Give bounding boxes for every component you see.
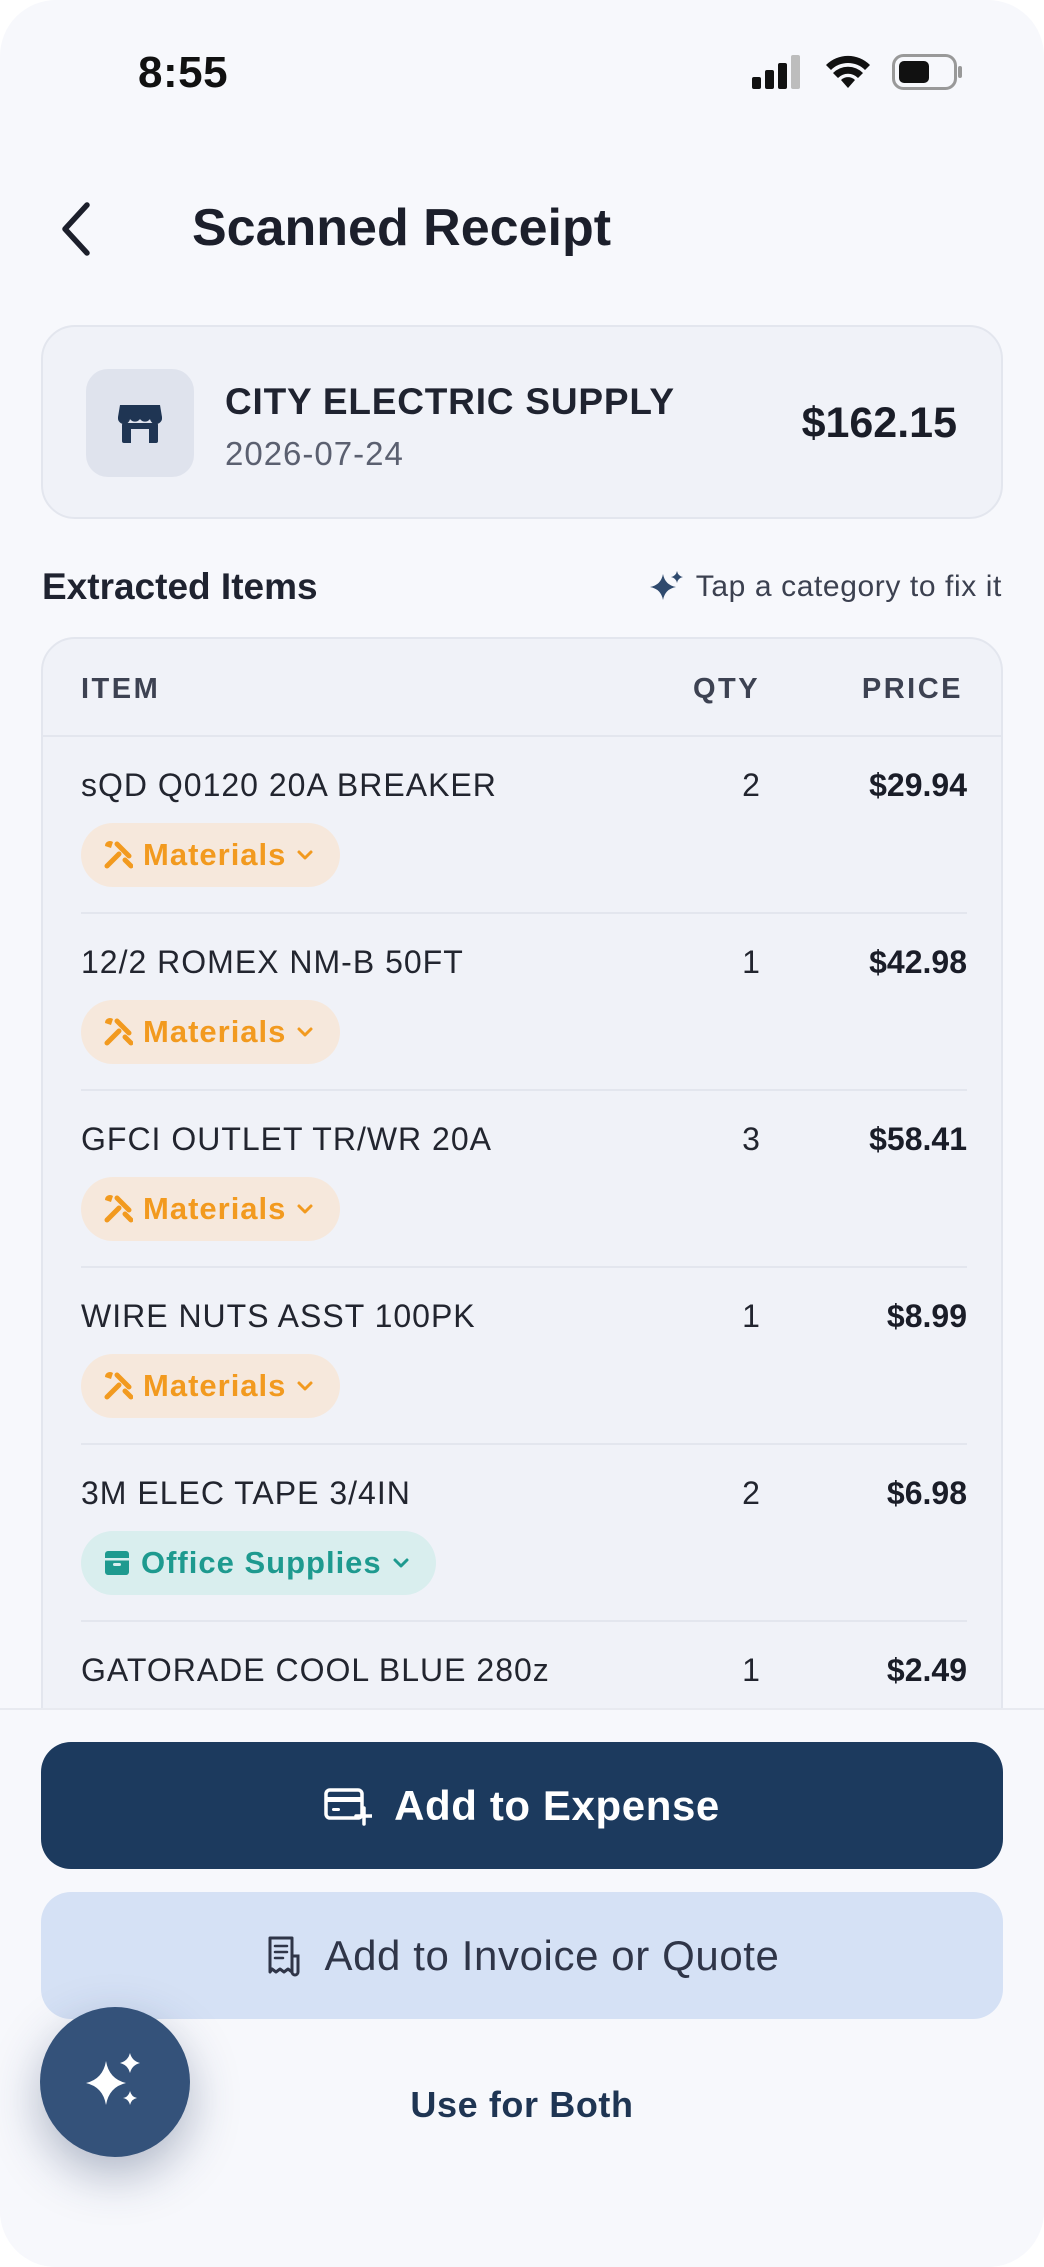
category-label: Office Supplies xyxy=(141,1545,382,1580)
item-qty: 3 xyxy=(742,1121,760,1157)
chevron-down-icon xyxy=(297,1027,313,1037)
category-label: Materials xyxy=(143,1368,287,1403)
tools-icon xyxy=(104,1195,133,1223)
phone-screen: 8:55 Scanned Receipt CITY ELECTRIC SUPPL… xyxy=(0,0,1044,2267)
table-row: WIRE NUTS ASST 100PK 1 $8.99 Materials xyxy=(81,1268,967,1445)
receipt-total: $162.15 xyxy=(801,399,957,447)
sparkle-icon xyxy=(649,571,683,600)
item-name: GATORADE COOL BLUE 280z xyxy=(81,1652,550,1688)
status-time: 8:55 xyxy=(138,48,229,97)
receipt-icon xyxy=(268,1936,300,1976)
table-row: 12/2 ROMEX NM-B 50FT 1 $42.98 Materials xyxy=(81,914,967,1091)
chevron-down-icon xyxy=(297,1204,313,1214)
item-price: $42.98 xyxy=(869,944,967,980)
tools-icon xyxy=(104,841,133,869)
store-summary-card: CITY ELECTRIC SUPPLY 2026-07-24 $162.15 xyxy=(41,325,1003,519)
add-to-invoice-button[interactable]: Add to Invoice or Quote xyxy=(41,1892,1003,2019)
category-chip-office-supplies[interactable]: Office Supplies xyxy=(81,1531,436,1595)
ai-assistant-fab[interactable] xyxy=(40,2007,190,2157)
item-qty: 1 xyxy=(742,1652,760,1688)
item-price: $29.94 xyxy=(869,767,967,803)
item-qty: 2 xyxy=(742,1475,760,1511)
chevron-down-icon xyxy=(393,1558,409,1568)
item-qty: 1 xyxy=(742,944,760,980)
cellular-signal-icon xyxy=(752,55,800,89)
table-row: GFCI OUTLET TR/WR 20A 3 $58.41 Materials xyxy=(81,1091,967,1268)
store-icon xyxy=(118,405,162,443)
column-header-price: PRICE xyxy=(861,673,963,705)
category-chip-materials[interactable]: Materials xyxy=(81,1000,341,1064)
category-hint: Tap a category to fix it xyxy=(649,570,1002,604)
bottom-action-sheet: Add to Expense Add to Invoice or Quote U… xyxy=(0,1708,1044,2267)
category-chip-materials[interactable]: Materials xyxy=(81,823,341,887)
item-price: $2.49 xyxy=(886,1652,967,1688)
item-price: $6.98 xyxy=(886,1475,967,1511)
item-price: $8.99 xyxy=(886,1298,967,1334)
status-bar: 8:55 xyxy=(0,0,1044,150)
chevron-left-icon xyxy=(62,202,90,256)
item-name: WIRE NUTS ASST 100PK xyxy=(81,1298,476,1334)
add-to-expense-button[interactable]: Add to Expense xyxy=(41,1742,1003,1869)
credit-card-add-icon xyxy=(324,1787,373,1826)
table-row: sQD Q0120 20A BREAKER 2 $29.94 Materials xyxy=(81,737,967,914)
category-chip-materials[interactable]: Materials xyxy=(81,1354,341,1418)
category-hint-text: Tap a category to fix it xyxy=(695,570,1002,603)
add-to-expense-label: Add to Expense xyxy=(394,1781,720,1829)
wifi-icon xyxy=(826,55,870,88)
category-label: Materials xyxy=(143,1014,287,1049)
tools-icon xyxy=(104,1018,133,1046)
category-chip-materials[interactable]: Materials xyxy=(81,1177,341,1241)
extracted-items-heading: Extracted Items xyxy=(42,566,318,607)
column-header-qty: QTY xyxy=(693,673,761,705)
item-name: sQD Q0120 20A BREAKER xyxy=(81,767,497,803)
item-qty: 2 xyxy=(742,767,760,803)
receipt-date: 2026-07-24 xyxy=(225,435,404,472)
item-name: 3M ELEC TAPE 3/4IN xyxy=(81,1475,411,1511)
item-qty: 1 xyxy=(742,1298,760,1334)
chevron-down-icon xyxy=(297,1381,313,1391)
battery-icon xyxy=(892,54,962,90)
item-name: GFCI OUTLET TR/WR 20A xyxy=(81,1121,492,1157)
category-label: Materials xyxy=(143,1191,287,1226)
page-title: Scanned Receipt xyxy=(192,199,612,257)
store-name: CITY ELECTRIC SUPPLY xyxy=(225,381,675,422)
back-button[interactable] xyxy=(42,194,112,264)
items-table: ITEM QTY PRICE sQD Q0120 20A BREAKER 2 $… xyxy=(41,637,1003,1837)
tools-icon xyxy=(104,1372,133,1400)
sparkle-icon xyxy=(86,2053,140,2105)
item-price: $58.41 xyxy=(869,1121,967,1157)
header: Scanned Receipt xyxy=(0,180,1044,280)
category-label: Materials xyxy=(143,837,287,872)
table-row: 3M ELEC TAPE 3/4IN 2 $6.98 Office Suppli… xyxy=(81,1445,967,1622)
column-header-item: ITEM xyxy=(81,673,161,705)
archive-box-icon xyxy=(105,1551,129,1575)
item-name: 12/2 ROMEX NM-B 50FT xyxy=(81,944,464,980)
store-icon-container xyxy=(86,369,194,477)
status-icons xyxy=(752,54,964,90)
table-header: ITEM QTY PRICE xyxy=(43,639,1001,737)
chevron-down-icon xyxy=(297,850,313,860)
add-to-invoice-label: Add to Invoice or Quote xyxy=(324,1931,780,1979)
